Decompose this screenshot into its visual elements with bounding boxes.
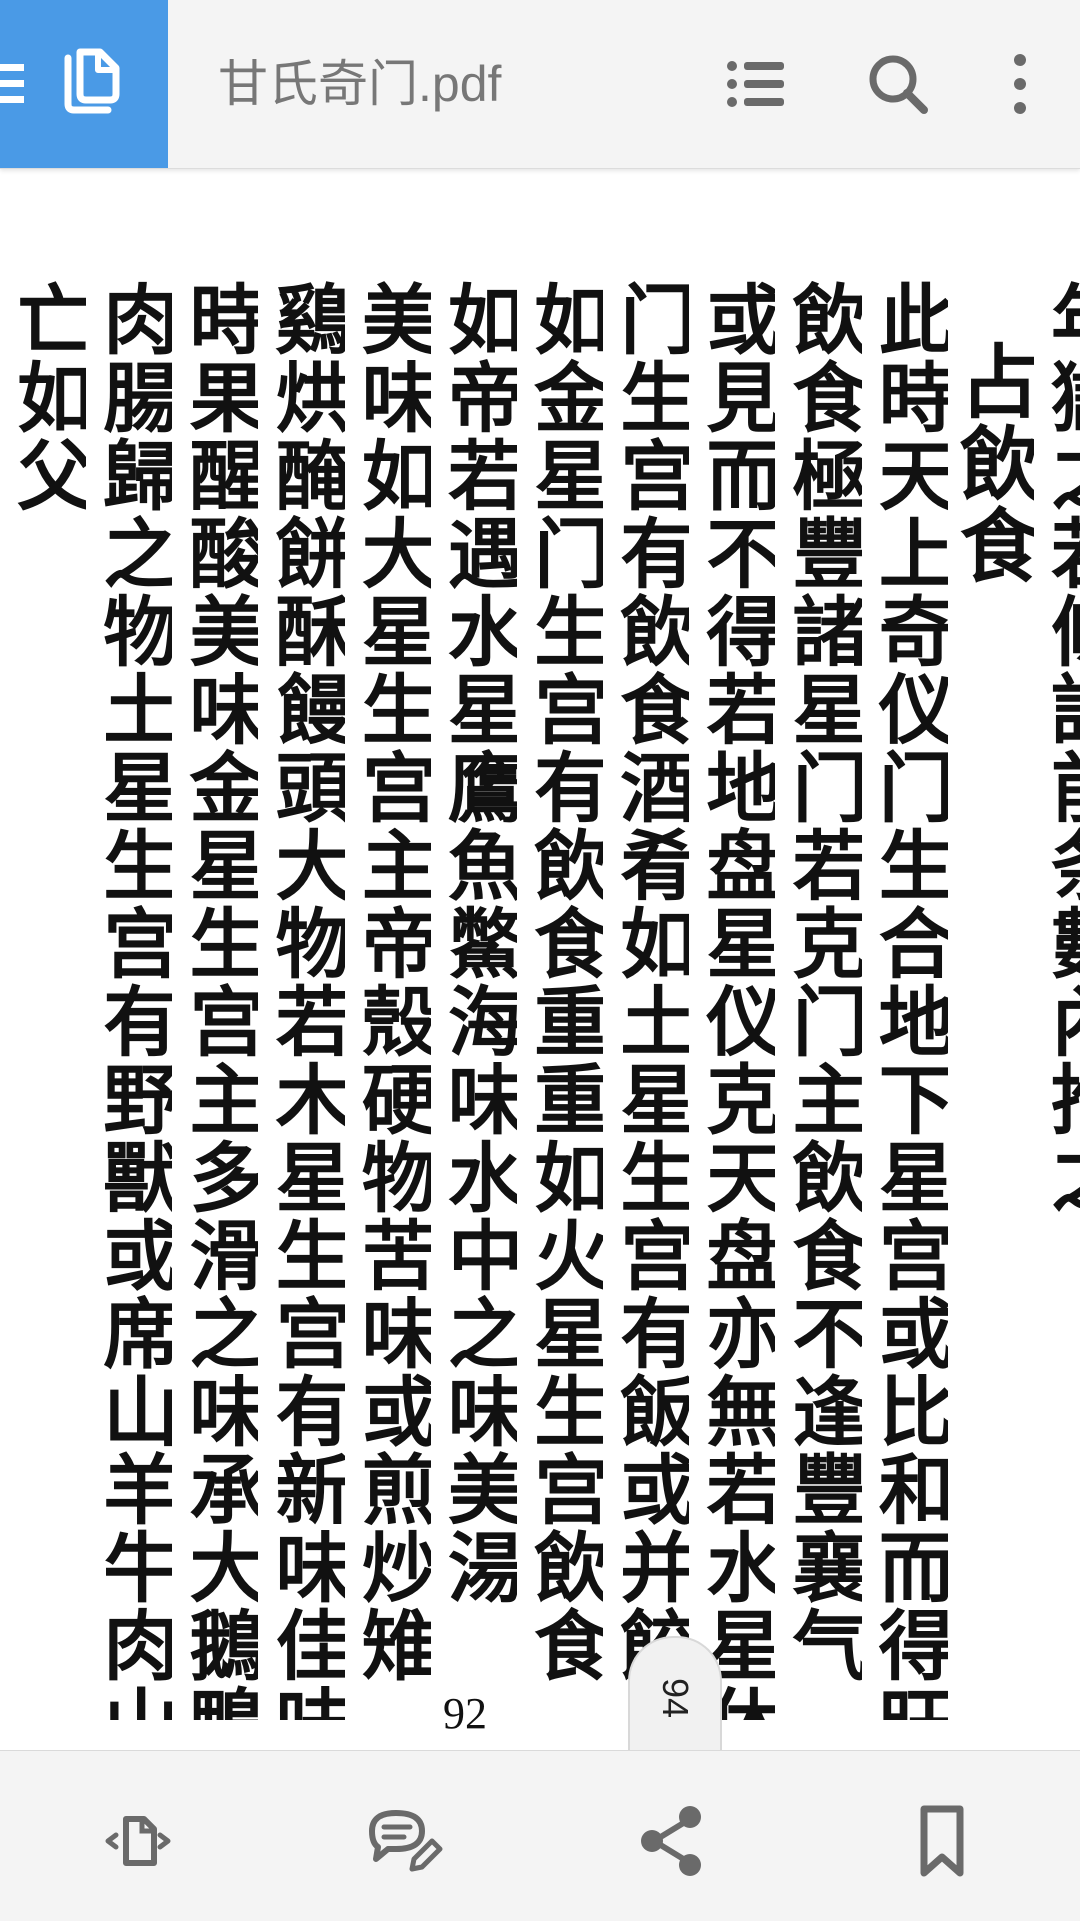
text-column: 肉腸歸之物土星生宫有野獸或席山羊牛肉山菜 [90, 280, 173, 1720]
comment-edit-icon[interactable] [364, 1801, 444, 1881]
top-toolbar: 甘氏奇门.pdf [0, 0, 1080, 169]
page-indicator-tab[interactable]: 94 [628, 1636, 722, 1750]
bookmark-icon[interactable] [902, 1801, 982, 1881]
search-icon[interactable] [866, 52, 930, 116]
manuscript-text: 年獄之若條詳前条數內推之 占飲食 此時天上奇仪门生合地下星宫或比和而得旺气 飲食… [0, 280, 1080, 1720]
text-column: 時果醒酸美味金星生宫主多滑之味承大鵝鴨鷄 [176, 280, 259, 1720]
page-rotate-icon[interactable] [96, 1801, 176, 1881]
text-column: 亡如父 [4, 280, 87, 514]
menu-icon[interactable] [0, 64, 24, 104]
text-column: 如金星门生宫有飲食重重如火星生宫飲食 [521, 280, 604, 1684]
share-icon[interactable] [632, 1801, 712, 1881]
bottom-toolbar [0, 1750, 1080, 1921]
text-column: 年獄之若條詳前条數內推之 [1038, 280, 1080, 1216]
text-column: 门生宫有飲食酒肴如土星生宫有飯或并餃果 [607, 280, 690, 1720]
text-column: 鷄烘醃餅酥饅頭大物若木星生宫有新味佳味 [262, 280, 345, 1720]
text-column: 如帝若遇水星鷹魚鱉海味水中之味美湯 [434, 280, 517, 1606]
page-indicator-label: 94 [655, 1677, 696, 1719]
text-column: 或見而不得若地盘星仪克天盘亦無若水星休 [693, 280, 776, 1720]
more-vert-icon[interactable] [988, 52, 1052, 116]
pdf-page[interactable]: 年獄之若條詳前条數內推之 占飲食 此時天上奇仪门生合地下星宫或比和而得旺气 飲食… [0, 170, 1080, 1750]
pages-icon[interactable] [52, 48, 124, 122]
text-column: 美味如大星生宫主帝殼硬物苦味或煎炒雉 [348, 280, 431, 1684]
section-heading: 占飲食 [950, 340, 1034, 586]
text-column: 此時天上奇仪门生合地下星宫或比和而得旺气 [865, 280, 948, 1720]
list-icon[interactable] [724, 52, 788, 116]
page-number: 92 [443, 1689, 487, 1738]
text-column: 飲食極豐諸星门若克门主飲食不逢豐襄气 [779, 280, 862, 1684]
document-tab[interactable] [0, 0, 168, 168]
document-title: 甘氏奇门.pdf [218, 56, 502, 112]
